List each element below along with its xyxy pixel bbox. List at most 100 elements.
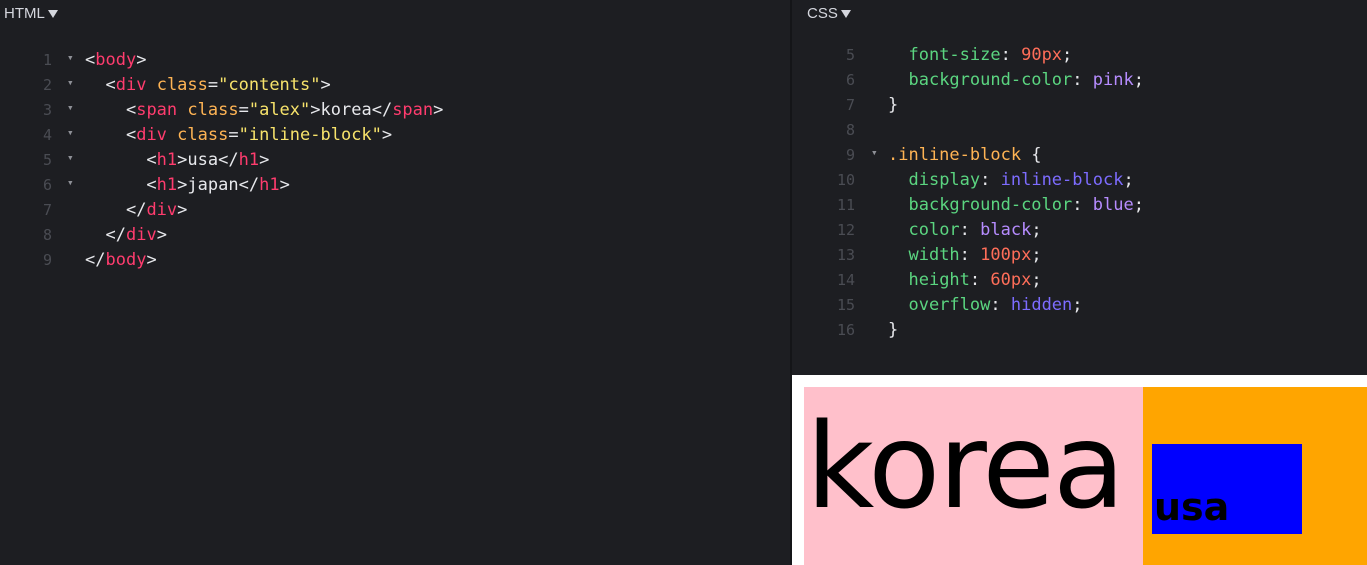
html-code-editor[interactable]: 1 ▾ <body> 2 ▾ <div class="contents"> 3 ▾ <spa…	[0, 48, 790, 273]
code-text: </body>	[85, 248, 157, 273]
css-code-line[interactable]: 14 height: 60px;	[792, 268, 1367, 293]
code-text: .inline-block {	[888, 143, 1042, 168]
fold-triangle-icon[interactable]: ▾	[67, 70, 74, 95]
fold-triangle-icon[interactable]: ▾	[67, 145, 74, 170]
line-number: 6	[42, 176, 52, 194]
code-token: ;	[1133, 195, 1144, 215]
code-text: display: inline-block;	[888, 168, 1133, 193]
code-text: <h1>japan</h1>	[85, 173, 290, 198]
code-token: body	[105, 250, 147, 270]
html-pane-header[interactable]: HTML	[4, 3, 58, 23]
code-token: height	[908, 270, 970, 290]
code-token: >	[156, 225, 167, 245]
line-number: 5	[42, 151, 52, 169]
code-token: >	[136, 50, 147, 70]
code-token: div	[136, 125, 167, 145]
css-pane-header[interactable]: CSS	[807, 3, 851, 23]
line-number: 12	[836, 221, 855, 239]
line-number: 9	[42, 251, 52, 269]
css-code-line[interactable]: 11 background-color: blue;	[792, 193, 1367, 218]
fold-triangle-icon[interactable]: ▾	[67, 95, 74, 120]
html-code-line[interactable]: 3 ▾ <span class="alex">korea</span>	[0, 98, 790, 123]
code-token: div	[125, 225, 157, 245]
fold-triangle-icon[interactable]: ▾	[67, 120, 74, 145]
line-number: 9	[845, 146, 855, 164]
code-token: japan	[187, 175, 239, 195]
line-number: 4	[42, 126, 52, 144]
code-token: background-color	[908, 195, 1073, 215]
css-code-line[interactable]: 15 overflow: hidden;	[792, 293, 1367, 318]
code-text: </div>	[85, 198, 187, 223]
html-code-line[interactable]: 7 </div>	[0, 198, 790, 223]
code-token: div	[146, 200, 178, 220]
code-text: color: black;	[888, 218, 1042, 243]
code-text: </div>	[85, 223, 167, 248]
css-code-line[interactable]: 5 font-size: 90px;	[792, 43, 1367, 68]
code-token: ;	[1031, 220, 1042, 240]
code-token: :	[1072, 70, 1093, 90]
code-token: <	[125, 100, 137, 120]
preview-alex-span: korea	[804, 387, 1143, 565]
code-token: {	[1021, 145, 1042, 165]
code-token: >	[279, 175, 290, 195]
code-token: </	[85, 250, 106, 270]
line-number: 1	[42, 51, 52, 69]
result-preview: korea usa	[792, 375, 1367, 565]
code-token: ;	[1031, 270, 1042, 290]
line-number: 8	[42, 226, 52, 244]
fold-triangle-icon[interactable]: ▾	[871, 140, 878, 165]
caret-down-icon[interactable]	[840, 9, 851, 18]
code-token: h1	[156, 175, 178, 195]
css-code-line[interactable]: 6 background-color: pink;	[792, 68, 1367, 93]
line-number: 11	[836, 196, 855, 214]
css-code-line[interactable]: 9 ▾ .inline-block {	[792, 143, 1367, 168]
fold-triangle-icon[interactable]: ▾	[67, 45, 74, 70]
html-code-line[interactable]: 6 ▾ <h1>japan</h1>	[0, 173, 790, 198]
code-token: ;	[1072, 295, 1083, 315]
html-code-line[interactable]: 2 ▾ <div class="contents">	[0, 73, 790, 98]
code-text: }	[888, 93, 898, 118]
caret-down-icon[interactable]	[47, 9, 58, 18]
preview-usa-heading: usa	[1154, 485, 1230, 529]
css-code-line[interactable]: 7}	[792, 93, 1367, 118]
html-pane-title: HTML	[4, 4, 45, 22]
code-token: div	[115, 75, 147, 95]
code-text: height: 60px;	[888, 268, 1042, 293]
code-token: span	[392, 100, 434, 120]
code-token: h1	[156, 150, 178, 170]
html-code-line[interactable]: 1 ▾ <body>	[0, 48, 790, 73]
code-token: display	[908, 170, 981, 190]
code-token: }	[888, 320, 899, 340]
line-number: 8	[845, 121, 855, 139]
code-token: class	[177, 125, 229, 145]
code-token: </	[125, 200, 147, 220]
line-number: 7	[42, 201, 52, 219]
line-number: 13	[836, 246, 855, 264]
code-token: body	[95, 50, 137, 70]
code-token: =	[207, 75, 219, 95]
code-token: <	[125, 125, 137, 145]
html-code-line[interactable]: 5 ▾ <h1>usa</h1>	[0, 148, 790, 173]
code-token: </	[105, 225, 126, 245]
code-token: overflow	[908, 295, 991, 315]
html-code-line[interactable]: 8 </div>	[0, 223, 790, 248]
code-text: font-size: 90px;	[888, 43, 1072, 68]
html-code-line[interactable]: 4 ▾ <div class="inline-block">	[0, 123, 790, 148]
fold-triangle-icon[interactable]: ▾	[67, 170, 74, 195]
css-code-line[interactable]: 16}	[792, 318, 1367, 343]
css-code-editor[interactable]: 5 font-size: 90px; 6 background-color: pi…	[792, 43, 1367, 343]
code-text: <div class="contents">	[85, 73, 330, 98]
code-token: .inline-block	[888, 145, 1022, 165]
code-text: background-color: blue;	[888, 193, 1144, 218]
css-code-line[interactable]: 8	[792, 118, 1367, 143]
html-code-line[interactable]: 9 </body>	[0, 248, 790, 273]
line-number: 14	[836, 271, 855, 289]
code-token: usa	[187, 150, 219, 170]
code-text: }	[888, 318, 898, 343]
code-token: class	[156, 75, 208, 95]
css-code-line[interactable]: 12 color: black;	[792, 218, 1367, 243]
code-token: >	[177, 200, 188, 220]
css-code-line[interactable]: 13 width: 100px;	[792, 243, 1367, 268]
css-code-line[interactable]: 10 display: inline-block;	[792, 168, 1367, 193]
